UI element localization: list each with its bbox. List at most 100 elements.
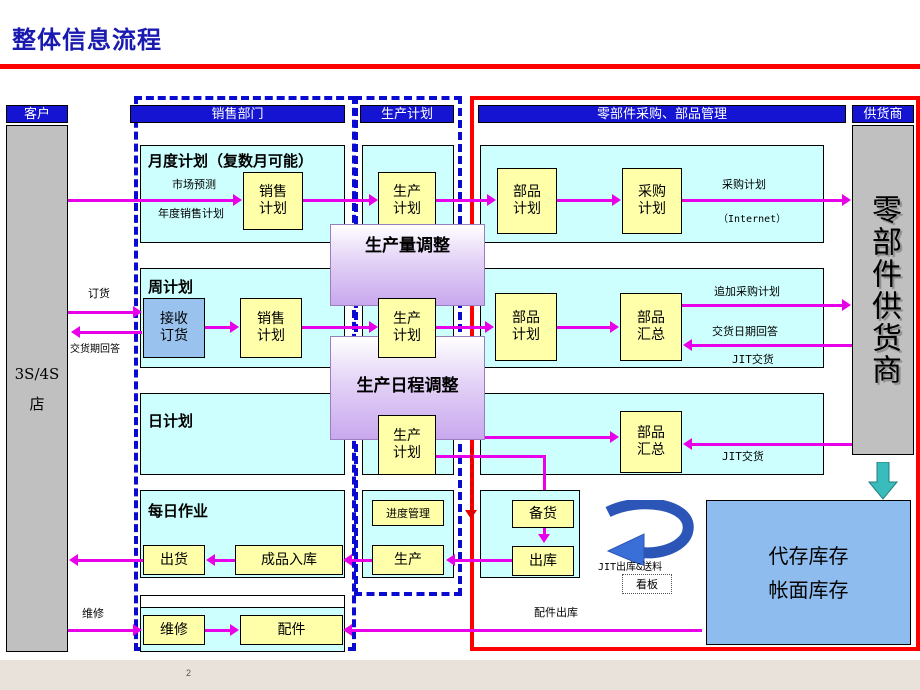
label-extra-purchase-plan: 追加采购计划	[714, 285, 780, 298]
row-title-monthly: 月度计划（复数月可能）	[148, 152, 314, 170]
arrow-line-stockprep-to-outbound	[543, 528, 546, 536]
arrow-head-customer-to-repair	[133, 624, 142, 636]
box-parts-summary-day-line2: 汇总	[637, 442, 665, 458]
box-parts-summary-week-line2: 汇总	[637, 327, 665, 343]
arrow-line-receive-to-salesweek	[205, 326, 230, 329]
arrow-head-salesweek-to-prodweek	[369, 321, 378, 333]
arrow-head-prodweek-to-partsweek	[485, 321, 494, 333]
box-prod-plan-week-front: 生产 计划	[378, 298, 436, 358]
red-dashed-connector	[470, 447, 473, 512]
stock-panel: 代存库存 帐面库存	[706, 500, 911, 645]
route-prodday-to-stockprep-v	[543, 455, 546, 493]
arrow-line-summary-to-supplier-week	[682, 304, 842, 307]
box-shipment: 出货	[143, 545, 205, 575]
arrow-line-shipment-to-customer	[78, 559, 143, 562]
page-title: 整体信息流程	[12, 26, 162, 54]
arrow-line-customer-to-sales-month	[68, 199, 233, 202]
row-title-weekly: 周计划	[148, 278, 194, 296]
page-number: 2	[186, 668, 192, 678]
box-prod-plan-day-front: 生产 计划	[378, 415, 436, 475]
arrow-line-production-to-finished	[352, 559, 372, 562]
arrow-head-finished-to-shipment	[206, 554, 215, 566]
label-jit-delivery-week: JIT交货	[732, 353, 774, 366]
box-prod-plan-day-front-line2: 计划	[393, 445, 421, 461]
box-purchase-plan-month-line1: 采购	[638, 184, 666, 200]
red-dashed-arrow-head	[465, 510, 477, 519]
arrow-line-partsplan-to-summary-week	[557, 326, 610, 329]
arrow-head-outbound-to-production	[446, 554, 455, 566]
row-daily-sales-lane	[140, 393, 345, 475]
arrow-head-partsplan-to-purchase-month	[612, 194, 621, 206]
stock-panel-line1: 代存库存	[768, 543, 849, 568]
label-parts-outbound: 配件出库	[534, 606, 578, 619]
box-outbound-label: 出库	[529, 552, 557, 569]
label-repair-flow: 维修	[82, 607, 104, 620]
arrow-line-finished-to-shipment	[215, 559, 235, 562]
box-prod-plan-month: 生产 计划	[378, 172, 436, 230]
arrow-line-sales-to-prod-month	[303, 199, 369, 202]
column-header-parts-purchase: 零部件采购、部品管理	[478, 105, 846, 123]
box-parts-plan-month-line2: 计划	[513, 201, 541, 217]
box-prod-plan-day-front-line1: 生产	[393, 428, 421, 444]
box-parts-item: 配件	[240, 615, 343, 645]
arrow-head-purchase-to-supplier-month	[842, 194, 851, 206]
box-receive-order-line1: 接收	[160, 311, 188, 327]
stock-panel-line2: 帐面库存	[768, 577, 849, 602]
label-delivery-date-reply: 交货日期回答	[712, 325, 778, 338]
box-progress-mgmt: 进度管理	[372, 500, 444, 526]
arrow-line-salesweek-to-prodweek	[302, 326, 369, 329]
label-order: 订货	[88, 287, 110, 300]
jit-curved-arrow-icon	[605, 500, 694, 565]
box-parts-plan-week-line1: 部品	[512, 310, 540, 326]
box-receive-order-line2: 订货	[160, 328, 188, 344]
box-production: 生产	[372, 545, 444, 575]
column-header-customer: 客户	[6, 105, 68, 123]
overlay-schedule-adjust-label: 生产日程调整	[356, 376, 459, 396]
box-sales-plan-week-line1: 销售	[257, 311, 285, 327]
box-progress-mgmt-label: 进度管理	[386, 506, 430, 520]
arrow-head-shipment-to-customer	[69, 554, 78, 566]
kanban-tag: 看板	[622, 574, 672, 594]
arrow-head-receive-to-salesweek	[230, 321, 239, 333]
box-repair: 维修	[143, 615, 205, 645]
box-finished-goods-in: 成品入库	[235, 545, 343, 575]
box-purchase-plan-month-line2: 计划	[638, 201, 666, 217]
box-receive-order: 接收 订货	[143, 298, 205, 358]
label-jit-out-and-feed: JIT出库&送料	[598, 562, 663, 573]
box-parts-summary-day-line1: 部品	[637, 425, 665, 441]
arrow-head-customer-to-sales-month	[233, 194, 242, 206]
arrow-head-sales-to-prod-month	[369, 194, 378, 206]
arrow-head-summary-to-supplier-week	[842, 299, 851, 311]
box-purchase-plan-month: 采购 计划	[622, 168, 682, 234]
arrow-head-prodday-to-summaryday	[610, 431, 619, 443]
box-sales-plan-month-line2: 计划	[259, 201, 287, 217]
label-delivery-reply: 交货期回答	[70, 344, 120, 355]
label-annual-sales-plan: 年度销售计划	[158, 207, 224, 220]
box-stock-prep: 备货	[512, 500, 574, 528]
box-parts-plan-month-line1: 部品	[513, 184, 541, 200]
box-parts-summary-week: 部品 汇总	[620, 293, 682, 361]
arrow-head-customer-to-receive	[133, 306, 142, 318]
column-header-supplier: 供货商	[852, 105, 914, 123]
row-title-daily: 日计划	[148, 412, 194, 430]
footer-strip	[0, 660, 920, 690]
arrow-line-partsplan-to-purchase-month	[557, 199, 612, 202]
arrow-head-supplier-to-summary-week	[683, 339, 692, 351]
arrow-head-prod-to-parts-month	[487, 194, 496, 206]
box-parts-plan-week: 部品 计划	[495, 293, 557, 361]
kanban-label: 看板	[636, 578, 658, 591]
box-sales-plan-month: 销售 计划	[243, 172, 303, 230]
box-outbound: 出库	[512, 546, 574, 576]
arrow-line-customer-to-repair	[68, 629, 133, 632]
title-divider	[0, 64, 920, 69]
arrow-head-supplier-to-summaryday	[683, 438, 692, 450]
box-prod-plan-week-front-line1: 生产	[393, 311, 421, 327]
arrow-head-stock-to-parts	[343, 624, 352, 636]
slide-canvas: 整体信息流程 客户 销售部门 生产计划 零部件采购、部品管理 供货商 3S/4S…	[0, 0, 920, 690]
arrow-head-receive-to-customer	[71, 326, 80, 338]
overlay-volume-adjust-label: 生产量调整	[365, 236, 450, 256]
box-repair-label: 维修	[160, 621, 188, 638]
row-title-ops: 每日作业	[148, 502, 209, 520]
box-sales-plan-week-line2: 计划	[257, 328, 285, 344]
box-production-label: 生产	[394, 551, 422, 568]
